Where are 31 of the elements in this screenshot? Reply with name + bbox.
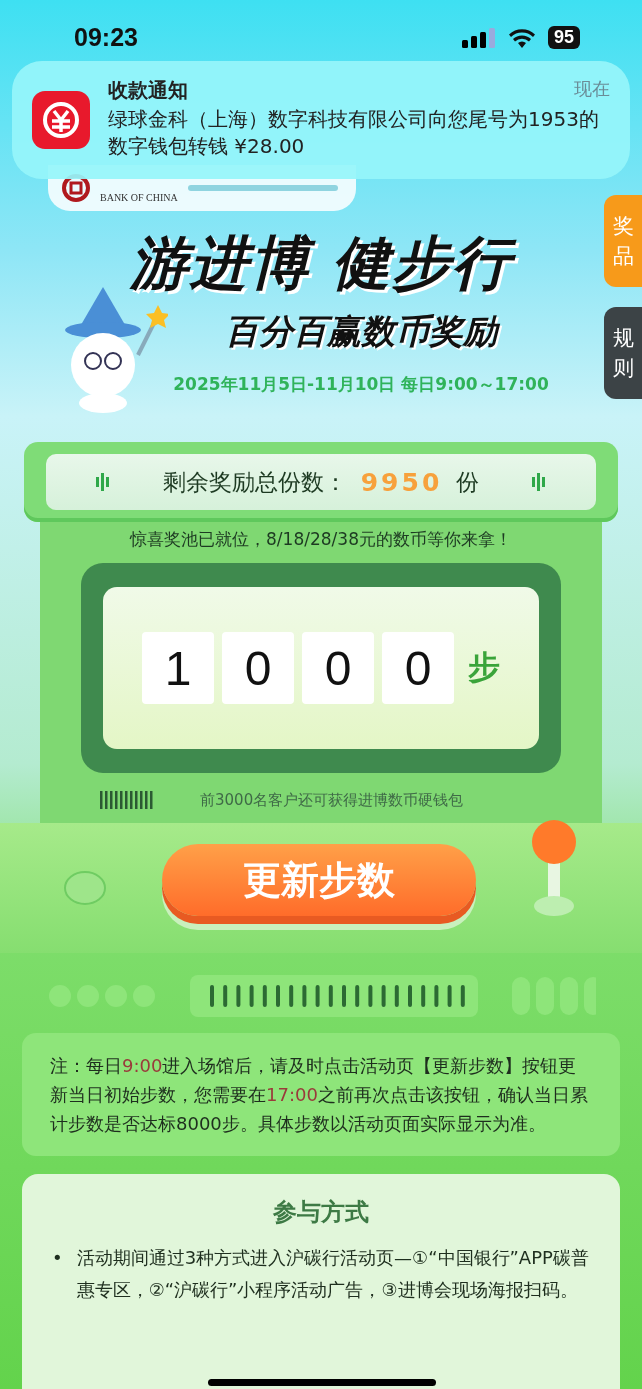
step-digit: 0 — [222, 632, 294, 704]
participation-item: 活动期间通过3种方式进入沪碳行活动页—①“中国银行”APP碳普惠专区，②“沪碳行”小程序活动广告，③进博会现场海报扫码。 — [76, 1246, 590, 1302]
counter-unit: 份 — [456, 467, 480, 497]
status-time: 09:23 — [74, 23, 138, 52]
notification-time: 现在 — [574, 77, 610, 101]
notification-title: 收款通知 — [108, 77, 188, 104]
bullet-marker: • — [52, 1246, 63, 1270]
notification-message: 绿球金科（上海）数字科技有限公司向您尾号为1953的数字钱包转钱 ¥28.00 — [108, 106, 600, 160]
step-unit: 步 — [468, 647, 500, 688]
speaker-grille-icon — [190, 975, 478, 1017]
bars-icon — [96, 473, 110, 491]
note-text: 注：每日 9:00进入场馆后，请及时点击活动页【更新步数】按钮更新当日初始步数，您需要在17:00之前再次点击该按钮，确认当日累计步数是否达标8000步。具体步数以活动页面实际显示为准。 — [50, 1054, 589, 1136]
side-tab[interactable]: 规则 — [604, 307, 642, 399]
step-digit: 0 — [382, 632, 454, 704]
event-dates: 2025年11月5日-11月10日 每日9:00～17:00 — [173, 373, 549, 396]
step-digit: 1 — [142, 632, 214, 704]
counter-label: 剩余奖励总份数： — [162, 467, 347, 497]
joystick-icon — [530, 818, 578, 918]
notification-banner[interactable]: 收款通知 现在 绿球金科（上海）数字科技有限公司向您尾号为1953的数字钱包转钱 ¥28.00 — [12, 61, 630, 179]
battery-level: 95 — [547, 26, 580, 49]
round-knob-icon — [62, 869, 108, 907]
app-icon — [32, 91, 90, 149]
bars-icon — [532, 473, 546, 491]
bonus-caption: 前3000名客户还可获得进博数币硬钱包 — [200, 790, 464, 810]
step-digit: 0 — [302, 632, 374, 704]
bank-caption: BANK OF CHINA — [100, 191, 178, 203]
wifi-icon — [507, 27, 536, 48]
counter-value: 9950 — [360, 467, 443, 497]
prize-slogan: 惊喜奖池已就位，8/18/28/38元的数币等你来拿！ — [130, 528, 512, 551]
participation-title: 参与方式 — [272, 1197, 370, 1228]
signal-icon — [461, 27, 496, 48]
